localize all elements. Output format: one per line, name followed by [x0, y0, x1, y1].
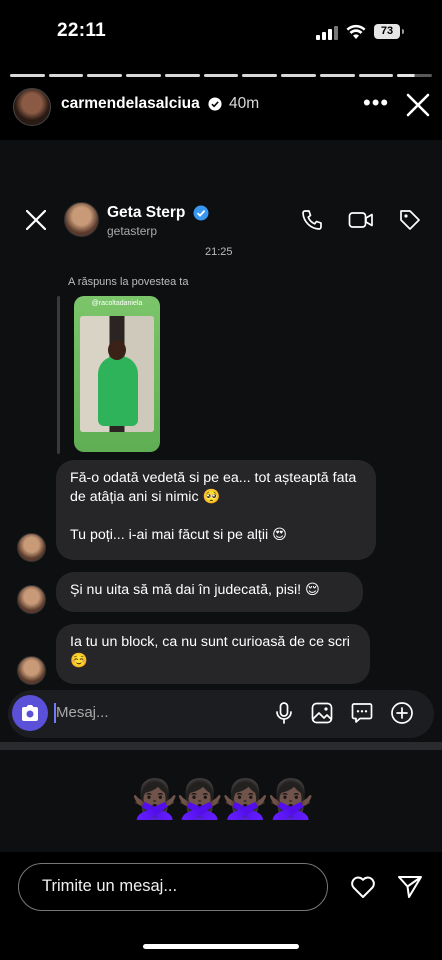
divider-band [0, 742, 442, 750]
reaction-emojis: 🙅🏿‍♀️🙅🏿‍♀️🙅🏿‍♀️🙅🏿‍♀️ [131, 779, 314, 821]
camera-icon [22, 705, 38, 721]
sender-avatar [17, 656, 46, 685]
sender-avatar [17, 585, 46, 614]
plus-icon[interactable] [390, 701, 414, 725]
status-time: 22:11 [57, 20, 107, 41]
story-time: 40m [229, 95, 260, 112]
tag-icon[interactable] [398, 208, 422, 232]
dm-message-input[interactable]: Mesaj... [56, 704, 109, 721]
dm-contact-handle: getasterp [107, 224, 158, 238]
battery-icon: 73 [374, 24, 404, 39]
reply-indicator [57, 296, 60, 454]
dm-close-icon[interactable] [24, 208, 48, 232]
story-avatar[interactable] [13, 88, 51, 126]
close-icon[interactable] [405, 92, 431, 118]
message-bubble: Ia tu un block, ca nu sunt curioasă de c… [56, 624, 370, 684]
sticker-icon[interactable] [350, 701, 374, 725]
signal-icon [316, 26, 338, 40]
story-thumbnail[interactable]: @racoltadaniela [74, 296, 160, 452]
reply-input-placeholder[interactable]: Trimite un mesaj... [42, 877, 177, 896]
gallery-icon[interactable] [310, 701, 334, 725]
dm-contact-name[interactable]: Geta Sterp [107, 204, 185, 222]
verified-icon [208, 97, 222, 111]
wifi-icon [346, 24, 366, 39]
story-username[interactable]: carmendelasalciua [61, 95, 200, 113]
more-icon[interactable]: ••• [363, 92, 389, 114]
dm-avatar[interactable] [64, 202, 99, 237]
message-timestamp: 21:25 [205, 246, 233, 258]
verified-icon [193, 205, 209, 221]
story-progress [10, 74, 433, 77]
home-indicator[interactable] [143, 944, 299, 949]
camera-button[interactable] [12, 695, 48, 731]
message-bubble: Și nu uita să mă dai în judecată, pisi! … [56, 572, 363, 612]
replied-label: A răspuns la povestea ta [68, 276, 189, 288]
message-bubble: Fă-o odată vedetă si pe ea... tot așteap… [56, 460, 376, 560]
video-icon[interactable] [348, 208, 374, 232]
phone-icon[interactable] [300, 208, 324, 232]
story-caption: @racoltadaniela [91, 300, 143, 307]
send-icon[interactable] [397, 874, 423, 900]
sender-avatar [17, 533, 46, 562]
microphone-icon[interactable] [272, 701, 296, 725]
heart-icon[interactable] [349, 874, 377, 900]
